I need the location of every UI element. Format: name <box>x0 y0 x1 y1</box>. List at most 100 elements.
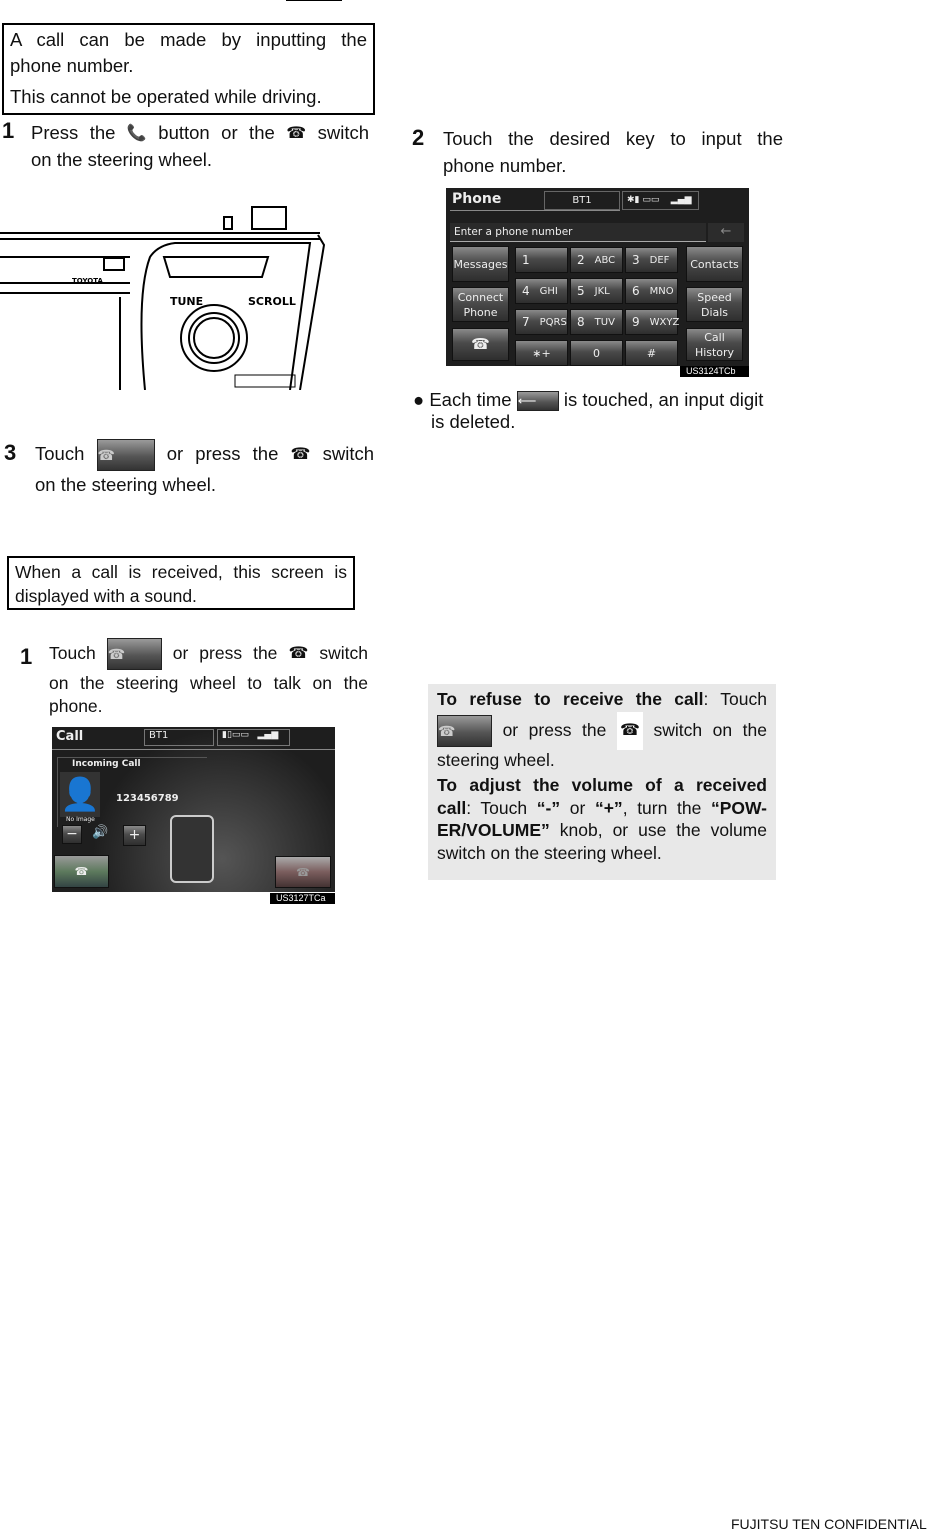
text: To refuse to receive the call <box>437 689 704 709</box>
text: call <box>437 798 467 819</box>
key-digit: 6 <box>632 283 640 298</box>
intro-line: This cannot be operated while driving. <box>10 86 322 107</box>
text: displayed with a sound. <box>15 586 197 606</box>
caller-number: 123456789 <box>116 793 179 804</box>
step-number: 2 <box>412 125 425 150</box>
hang-up-button[interactable]: ☎ <box>452 328 509 361</box>
key-letters: WXYZ <box>649 316 680 328</box>
connect-phone-button[interactable]: Connect Phone <box>452 287 509 322</box>
key-digit: 5 <box>577 283 585 298</box>
phone-icon: 📞 <box>126 125 147 143</box>
key-letters: GHI <box>539 285 558 297</box>
text: “POW- <box>710 798 768 819</box>
keypad-key[interactable]: 8 TUV <box>570 309 623 335</box>
text: switch on the <box>653 720 767 740</box>
keypad-key[interactable]: 2 ABC <box>570 247 623 273</box>
text: steering wheel. <box>437 750 555 771</box>
intro-line: A call can be made by inputting the <box>10 29 367 50</box>
hang-up-switch-icon: ☎ <box>616 712 643 751</box>
bullet-note: ● Each time ⟵ is touched, an input digit… <box>413 387 783 431</box>
receive-box: When a call is received, this screen is … <box>7 556 355 610</box>
key-letters: DEF <box>649 254 670 266</box>
key-digit: 2 <box>577 252 585 267</box>
text: Touch the desired key to input the <box>443 128 783 149</box>
key-digit: 7 <box>522 314 530 329</box>
end-call-button[interactable]: ☎ <box>96 439 155 472</box>
text: ER/VOLUME” <box>437 820 550 841</box>
text: switch <box>322 443 375 464</box>
key-letters: ABC <box>594 254 616 266</box>
call-title: Call <box>56 729 84 744</box>
text: : Touch <box>466 798 528 819</box>
intro-line: phone number. <box>10 55 134 76</box>
key-digit: 3 <box>632 252 640 267</box>
messages-button[interactable]: Messages <box>452 246 509 282</box>
volume-up-button[interactable]: + <box>123 825 146 846</box>
text: knob, or use the volume <box>559 820 767 841</box>
keypad-key[interactable]: 7 PQRS <box>515 309 568 335</box>
keypad-key[interactable]: 6 MNO <box>625 278 678 304</box>
text: Each time <box>429 389 512 410</box>
key-digit: 4 <box>522 283 530 298</box>
text: Touch <box>35 443 85 464</box>
decline-button-icon: ☎ <box>437 715 492 748</box>
svg-text:TOYOTA: TOYOTA <box>72 277 103 285</box>
keypad-key[interactable]: 0 <box>570 340 623 366</box>
decline-button[interactable]: ☎ <box>275 856 331 888</box>
keypad-key[interactable]: 4 GHI <box>515 278 568 304</box>
text: on the steering wheel to talk on the <box>49 673 368 694</box>
key-digit: 1 <box>522 252 530 267</box>
call-history-button[interactable]: Call History <box>686 328 743 361</box>
answer-call-button[interactable]: ☎ <box>106 638 162 671</box>
text: switch <box>317 122 370 143</box>
key-digit: 8 <box>577 314 585 329</box>
text: or press the <box>502 720 607 740</box>
bullet-icon: ● <box>413 389 425 410</box>
text: When a call is received, this screen is <box>15 562 347 582</box>
hang-up-switch-icon: ☎ <box>288 645 309 663</box>
text: on the steering wheel. <box>35 474 217 496</box>
backspace-key-icon: ⟵ <box>516 391 559 412</box>
step3-text: Touch ☎ or press the ☎ switch on the ste… <box>35 437 374 498</box>
step-number: 1 <box>2 118 15 143</box>
key-digit: 0 <box>593 346 600 360</box>
speaker-icon: 🔊 <box>92 825 109 840</box>
keypad-key[interactable]: 9 WXYZ <box>625 309 680 335</box>
text: , turn the <box>622 798 702 819</box>
keypad-key[interactable]: 3 DEF <box>625 247 678 273</box>
no-image-label: No Image <box>66 816 95 823</box>
image-code: US3124TCb <box>680 366 749 377</box>
answer-button[interactable]: ☎ <box>54 855 109 888</box>
step1b-text: Touch ☎ or press the ☎ switch on the ste… <box>49 636 368 717</box>
key-digit: ∗+ <box>532 346 551 360</box>
device-label: BT1 <box>544 191 620 210</box>
text: on the steering wheel. <box>31 149 213 171</box>
phone-number-input[interactable]: Enter a phone number <box>450 223 706 242</box>
incoming-call-label: Incoming Call <box>72 759 141 769</box>
key-letters: TUV <box>594 316 615 328</box>
top-rule <box>286 0 342 1</box>
speed-dials-button[interactable]: Speed Dials <box>686 287 743 322</box>
keypad-key[interactable]: ∗+ <box>515 340 568 366</box>
text: “+” <box>594 798 623 819</box>
text: Touch <box>49 643 96 663</box>
device-label: BT1 <box>144 729 214 746</box>
phone-illustration <box>170 815 214 883</box>
text: or press the <box>172 643 278 663</box>
text: Press the <box>31 122 116 143</box>
text: switch on the steering wheel. <box>437 843 662 864</box>
volume-down-button[interactable]: − <box>62 825 82 844</box>
text: “-” <box>536 798 561 819</box>
text: button or the <box>158 122 275 143</box>
steering-panel-illustration: TOYOTA TUNE SCROLL <box>0 205 330 391</box>
backspace-button[interactable]: ← <box>708 223 744 242</box>
keypad-key[interactable]: 5 JKL <box>570 278 623 304</box>
scroll-label: SCROLL <box>248 295 296 308</box>
keypad-key[interactable]: # <box>625 340 678 366</box>
intro-box: A call can be made by inputting the phon… <box>2 23 375 115</box>
contacts-button[interactable]: Contacts <box>686 246 743 282</box>
step2-text: Touch the desired key to input the phone… <box>443 126 783 179</box>
text: phone. <box>49 696 103 717</box>
keypad-key[interactable]: 1 <box>515 247 568 273</box>
note-box: To refuse to receive the call : Touch ☎ o… <box>428 684 776 880</box>
